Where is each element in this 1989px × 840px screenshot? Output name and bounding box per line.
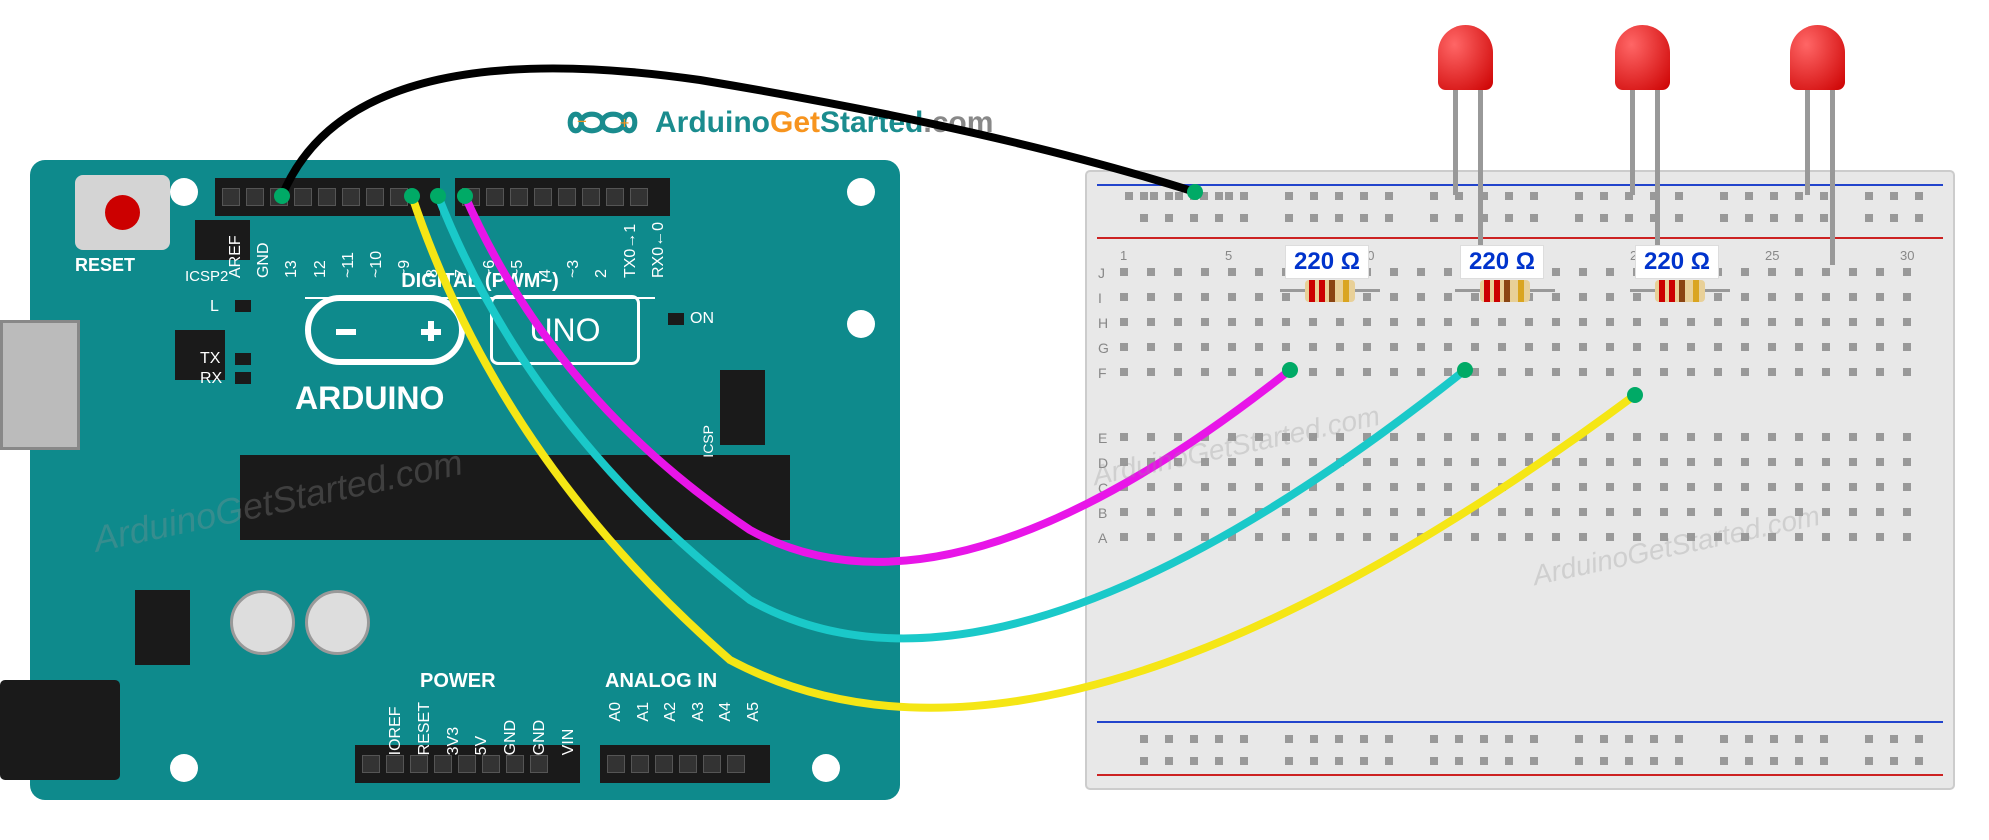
infinity-icon: − + xyxy=(560,100,645,145)
row-label: D xyxy=(1098,455,1108,471)
capacitor xyxy=(230,590,295,655)
atmega-chip xyxy=(240,455,790,540)
led-leg xyxy=(1630,90,1635,195)
tx-led xyxy=(235,353,251,365)
rx-led xyxy=(235,372,251,384)
power-pin-labels: IOREFRESET3V35VGNDGNDVIN xyxy=(385,700,580,757)
digital-pin-header-2 xyxy=(455,178,670,216)
row-label: C xyxy=(1098,480,1108,496)
icsp2-label: ICSP2 xyxy=(185,268,228,285)
mounting-hole xyxy=(847,178,875,206)
power-rail-negative xyxy=(1097,184,1943,186)
row-label: I xyxy=(1098,290,1102,306)
led-1 xyxy=(1438,25,1493,90)
led-leg xyxy=(1805,90,1810,195)
resistor-3-label: 220 Ω xyxy=(1635,245,1719,279)
row-label: E xyxy=(1098,430,1107,446)
led-leg xyxy=(1830,90,1835,265)
mounting-hole xyxy=(170,178,198,206)
power-rail-negative xyxy=(1097,721,1943,723)
rx-led-label: RX xyxy=(200,370,222,388)
resistor-2 xyxy=(1455,280,1555,302)
led-leg xyxy=(1478,90,1483,265)
l-led xyxy=(235,300,251,312)
on-led-label: ON xyxy=(690,310,714,328)
led-leg xyxy=(1453,90,1458,195)
icsp-header xyxy=(720,370,765,445)
regulator xyxy=(135,590,190,665)
analog-section-label: ANALOG IN xyxy=(605,670,717,693)
on-led xyxy=(668,313,684,325)
resistor-2-label: 220 Ω xyxy=(1460,245,1544,279)
led-3 xyxy=(1790,25,1845,90)
analog-pin-labels: A0A1A2A3A4A5 xyxy=(605,700,765,724)
power-jack xyxy=(0,680,120,780)
col-number: 25 xyxy=(1765,248,1779,263)
resistor-1-label: 220 Ω xyxy=(1285,245,1369,279)
row-label: H xyxy=(1098,315,1108,331)
digital-pin-header-1 xyxy=(215,178,440,216)
site-logo: − + ArduinoGetStarted.com xyxy=(560,100,993,145)
row-label: F xyxy=(1098,365,1107,381)
row-label: J xyxy=(1098,265,1105,281)
power-section-label: POWER xyxy=(420,670,496,693)
row-label: A xyxy=(1098,530,1107,546)
arduino-infinity-icon xyxy=(305,295,465,365)
l-led-label: L xyxy=(210,298,219,316)
power-rail-positive xyxy=(1097,237,1943,239)
power-rail-positive xyxy=(1097,774,1943,776)
reset-label: RESET xyxy=(75,255,135,276)
resistor-3 xyxy=(1630,280,1730,302)
brand-text: ArduinoGetStarted.com xyxy=(655,106,993,140)
svg-text:−: − xyxy=(577,112,587,131)
arduino-name: ARDUINO xyxy=(295,380,444,417)
reset-button[interactable] xyxy=(75,175,170,250)
usb-port xyxy=(0,320,80,450)
analog-pin-header xyxy=(600,745,770,783)
mounting-hole xyxy=(812,754,840,782)
resistor-1 xyxy=(1280,280,1380,302)
led-leg xyxy=(1655,90,1660,265)
row-label: G xyxy=(1098,340,1109,356)
mounting-hole xyxy=(170,754,198,782)
led-2 xyxy=(1615,25,1670,90)
icsp-label: ICSP xyxy=(700,425,716,458)
tx-led-label: TX xyxy=(200,350,220,368)
col-number: 30 xyxy=(1900,248,1914,263)
uno-label: UNO xyxy=(490,295,640,365)
col-number: 5 xyxy=(1225,248,1232,263)
col-number: 1 xyxy=(1120,248,1127,263)
mounting-hole xyxy=(847,310,875,338)
svg-text:+: + xyxy=(620,113,630,132)
capacitor xyxy=(305,590,370,655)
row-label: B xyxy=(1098,505,1107,521)
